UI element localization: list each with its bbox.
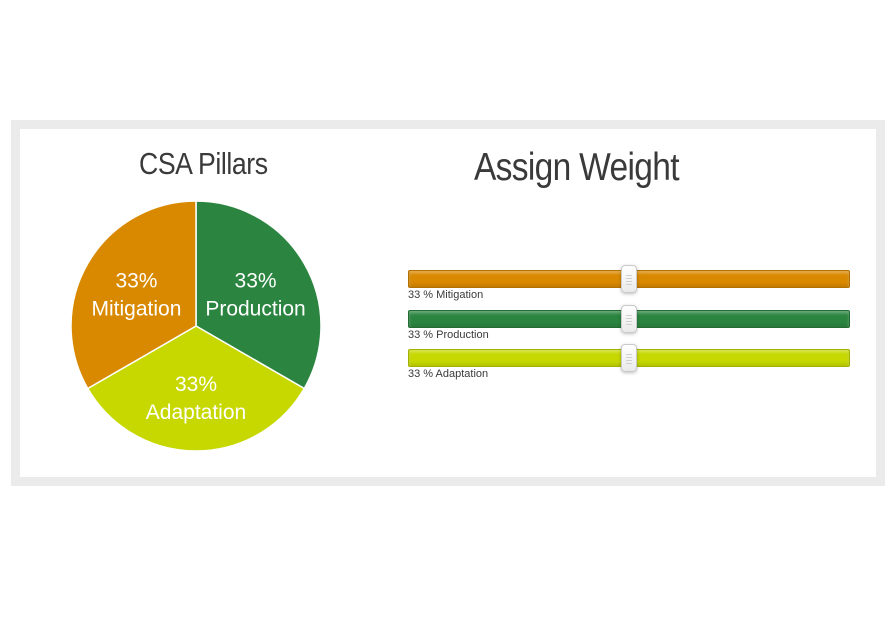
slider-track-mitigation[interactable] xyxy=(408,265,850,293)
slider-mitigation: 33 % Mitigation xyxy=(408,265,850,301)
slider-production: 33 % Production xyxy=(408,305,850,341)
slider-handle-adaptation[interactable] xyxy=(621,344,637,372)
pie-title: CSA Pillars xyxy=(139,146,268,181)
slider-handle-mitigation[interactable] xyxy=(621,265,637,293)
slider-handle-production[interactable] xyxy=(621,305,637,333)
slider-adaptation: 33 % Adaptation xyxy=(408,344,850,380)
page: CSA Pillars Assign Weight 33% Production 3… xyxy=(0,0,885,644)
slider-track-adaptation[interactable] xyxy=(408,344,850,372)
assign-weight-title: Assign Weight xyxy=(474,146,680,189)
slider-track-production[interactable] xyxy=(408,305,850,333)
